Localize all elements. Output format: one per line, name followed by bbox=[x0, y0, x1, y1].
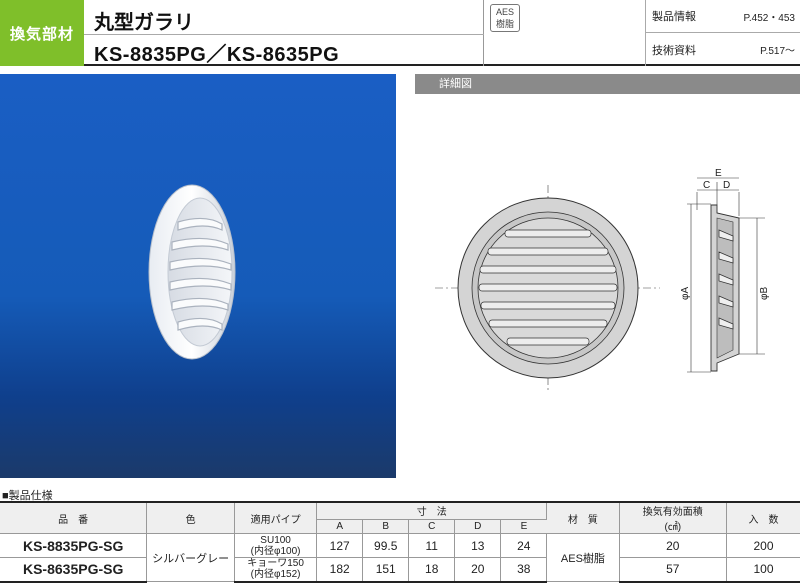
side-view: E C D φA φB bbox=[680, 168, 770, 373]
row-c: 18 bbox=[408, 557, 456, 583]
row-area: 20 bbox=[619, 533, 727, 558]
header-pipe: 適用パイプ bbox=[234, 501, 318, 534]
row-b: 151 bbox=[362, 557, 410, 583]
product-photo bbox=[0, 74, 396, 478]
material-cell: AES樹脂 bbox=[546, 533, 620, 582]
row-d: 13 bbox=[454, 533, 502, 558]
round-louver-image bbox=[148, 184, 236, 360]
row-a: 182 bbox=[316, 557, 364, 583]
header-material: 材 質 bbox=[546, 501, 620, 534]
row-pipe: キョーワ150 (内径φ152) bbox=[234, 557, 318, 583]
pipe-line1: キョーワ150 bbox=[247, 558, 304, 570]
tech-info-label: 技術資料 bbox=[652, 44, 696, 57]
row-e: 38 bbox=[500, 557, 548, 583]
header-product: 品 番 bbox=[0, 501, 148, 534]
header-dimensions: 寸 法 bbox=[316, 500, 548, 520]
badge-line2: 樹脂 bbox=[495, 19, 514, 29]
tech-info-row: 技術資料 P.517～ bbox=[646, 33, 800, 66]
dim-c-label: C bbox=[703, 180, 710, 191]
header-area-line1: 換気有効面積 bbox=[642, 507, 703, 518]
spec-table: 品 番 色 適用パイプ 寸 法 材 質 換気有効面積 (㎠) 入 数 A B C … bbox=[0, 500, 800, 583]
row-d: 20 bbox=[454, 557, 502, 583]
row-qty: 200 bbox=[726, 533, 800, 558]
row-model: KS-8635PG-SG bbox=[0, 557, 148, 583]
row-a: 127 bbox=[316, 533, 364, 558]
badge-line1: AES bbox=[495, 7, 514, 17]
row-e: 24 bbox=[500, 533, 548, 558]
header-a: A bbox=[316, 519, 364, 535]
pipe-line1: SU100 bbox=[260, 534, 291, 546]
header-d: D bbox=[454, 519, 502, 535]
header-b: B bbox=[362, 519, 410, 535]
row-model: KS-8835PG-SG bbox=[0, 533, 148, 558]
tech-info-page: P.517～ bbox=[760, 46, 795, 57]
product-info-label: 製品情報 bbox=[652, 11, 696, 23]
dim-b-label: φB bbox=[759, 287, 770, 300]
dim-d-label: D bbox=[723, 180, 730, 191]
color-cell: シルバーグレー bbox=[146, 533, 235, 582]
dim-e-label: E bbox=[715, 168, 722, 179]
row-pipe: SU100 (内径φ100) bbox=[234, 533, 318, 558]
model-numbers: KS-8835PG／KS-8635PG bbox=[94, 44, 340, 66]
header-area: 換気有効面積 (㎠) bbox=[619, 501, 727, 534]
row-area: 57 bbox=[619, 557, 727, 583]
pipe-line2: (内径φ152) bbox=[250, 569, 301, 581]
row-c: 11 bbox=[408, 533, 456, 558]
product-title: 丸型ガラリ bbox=[94, 12, 194, 34]
table-row: KS-8835PG-SG シルバーグレー SU100 (内径φ100) 127 9… bbox=[0, 533, 800, 582]
product-info-row: 製品情報 P.452・453 bbox=[646, 0, 800, 33]
detail-drawing: E C D φA φB bbox=[415, 100, 800, 405]
table-row: KS-8635PG-SG キョーワ150 (内径φ152) 182 151 18 … bbox=[0, 557, 800, 583]
category-label: 換気部材 bbox=[0, 0, 84, 66]
header-c: C bbox=[408, 519, 456, 535]
front-view bbox=[435, 185, 660, 390]
title-box: 丸型ガラリ KS-8835PG／KS-8635PG bbox=[84, 0, 484, 66]
material-badge: AES 樹脂 bbox=[490, 4, 520, 32]
title-divider bbox=[84, 34, 484, 35]
dim-a-label: φA bbox=[680, 287, 691, 300]
detail-drawing-label: 詳細図 bbox=[415, 74, 800, 94]
page-header: 換気部材 丸型ガラリ KS-8835PG／KS-8635PG AES 樹脂 製品… bbox=[0, 0, 800, 66]
product-info-page: P.452・453 bbox=[743, 12, 795, 24]
row-b: 99.5 bbox=[362, 533, 410, 558]
row-qty: 100 bbox=[726, 557, 800, 583]
header-color: 色 bbox=[146, 501, 235, 534]
header-qty: 入 数 bbox=[726, 501, 800, 534]
pipe-line2: (内径φ100) bbox=[250, 545, 301, 557]
reference-info: 製品情報 P.452・453 技術資料 P.517～ bbox=[645, 0, 800, 66]
header-e: E bbox=[500, 519, 547, 535]
header-area-line2: (㎠) bbox=[664, 522, 682, 533]
